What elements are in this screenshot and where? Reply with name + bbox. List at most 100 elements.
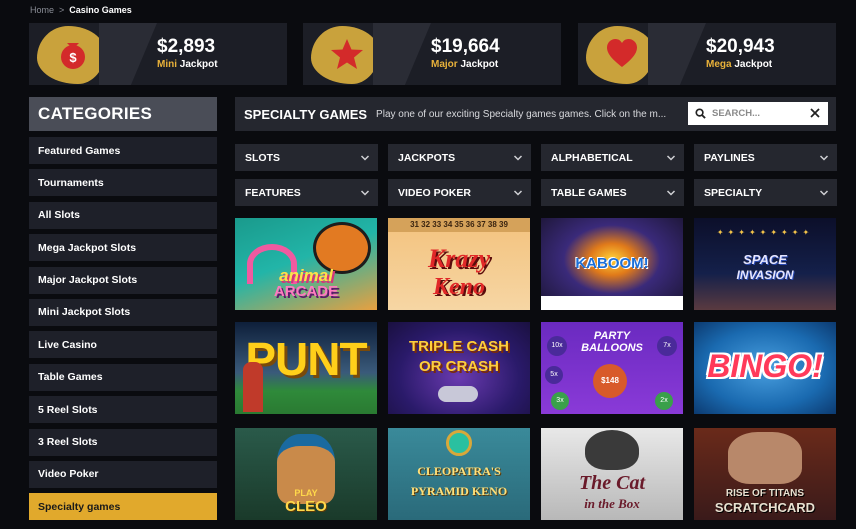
prize-balloon: $148 bbox=[593, 364, 627, 398]
svg-text:$: $ bbox=[69, 50, 77, 65]
filter-table-games[interactable]: TABLE GAMES bbox=[541, 179, 684, 206]
filter-specialty[interactable]: SPECIALTY bbox=[694, 179, 837, 206]
multiplier-badge: 7x bbox=[657, 336, 677, 356]
casino-page: Home > Casino Games $ $2,893 Mini Jackpo… bbox=[0, 0, 856, 529]
filter-label: JACKPOTS bbox=[398, 151, 456, 164]
filter-label: SPECIALTY bbox=[704, 186, 763, 199]
chevron-down-icon bbox=[513, 190, 523, 196]
game-tile-cleopatras-pyramid-keno[interactable]: CLEOPATRA'S PYRAMID KENO bbox=[388, 428, 530, 520]
game-tile-space-invasion[interactable]: ✦✦✦✦✦✦✦✦✦ SPACE INVASION bbox=[694, 218, 836, 310]
game-tile-rise-of-titans-scratchcard[interactable]: RISE OF TITANS SCRATCHCARD bbox=[694, 428, 836, 520]
game-tile-punt[interactable]: PUNT bbox=[235, 322, 377, 414]
game-tile-triple-cash-or-crash[interactable]: TRIPLE CASH OR CRASH bbox=[388, 322, 530, 414]
money-bag-icon: $ bbox=[55, 36, 91, 72]
multiplier-badge: 2x bbox=[655, 392, 673, 410]
section-description: Play one of our exciting Specialty games… bbox=[376, 108, 667, 120]
jackpot-label: Mini Jackpot bbox=[157, 59, 218, 70]
game-title: CLEOPATRA'S bbox=[417, 464, 501, 478]
filter-label: PAYLINES bbox=[704, 151, 755, 164]
game-title: BINGO! bbox=[707, 348, 823, 384]
game-title: RISE OF TITANS bbox=[725, 488, 805, 499]
white-footer-bar bbox=[541, 296, 683, 310]
game-subtitle: OR CRASH bbox=[418, 358, 499, 375]
breadcrumb-current: Casino Games bbox=[69, 5, 132, 15]
game-tile-party-balloons[interactable]: PARTY BALLOONS 10x 7x 5x $148 3x 2x bbox=[541, 322, 683, 414]
jackpot-amount: $2,893 bbox=[157, 36, 216, 57]
chevron-down-icon bbox=[360, 190, 370, 196]
filter-features[interactable]: FEATURES bbox=[235, 179, 378, 206]
category-major-jackpot-slots[interactable]: Major Jackpot Slots bbox=[29, 266, 217, 294]
breadcrumb-separator: > bbox=[59, 5, 65, 15]
search-input[interactable] bbox=[712, 108, 802, 119]
chevron-down-icon bbox=[819, 190, 829, 196]
jackpot-suffix: Jackpot bbox=[179, 59, 218, 70]
filter-label: ALPHABETICAL bbox=[551, 151, 633, 164]
category-featured-games[interactable]: Featured Games bbox=[29, 137, 217, 164]
chevron-down-icon bbox=[666, 155, 676, 161]
category-specialty-games[interactable]: Specialty games bbox=[29, 493, 217, 521]
mini-jackpot-card[interactable]: $ $2,893 Mini Jackpot bbox=[29, 23, 287, 85]
filter-label: FEATURES bbox=[245, 186, 301, 199]
game-title: The Cat bbox=[578, 472, 646, 494]
multiplier-badge: 5x bbox=[545, 366, 563, 384]
game-subtitle: PYRAMID KENO bbox=[410, 484, 508, 498]
jackpot-wedge bbox=[648, 23, 706, 85]
filter-slots[interactable]: SLOTS bbox=[235, 144, 378, 171]
category-mini-jackpot-slots[interactable]: Mini Jackpot Slots bbox=[29, 298, 217, 326]
game-subtitle: in the Box bbox=[584, 496, 640, 511]
major-jackpot-card[interactable]: $19,664 Major Jackpot bbox=[303, 23, 561, 85]
filter-label: VIDEO POKER bbox=[398, 186, 471, 199]
category-tournaments[interactable]: Tournaments bbox=[29, 169, 217, 197]
game-tile-bingo[interactable]: BINGO! bbox=[694, 322, 836, 414]
jackpot-label: Major Jackpot bbox=[431, 59, 498, 70]
specialty-games-header: SPECIALTY GAMES Play one of our exciting… bbox=[235, 97, 836, 131]
breadcrumb: Home > Casino Games bbox=[30, 5, 132, 15]
game-title: TRIPLE CASH bbox=[408, 338, 509, 355]
category-5-reel-slots[interactable]: 5 Reel Slots bbox=[29, 396, 217, 424]
titan-figure bbox=[728, 432, 802, 484]
breadcrumb-home-link[interactable]: Home bbox=[30, 5, 54, 15]
game-tile-play-cleo[interactable]: PLAY CLEO bbox=[235, 428, 377, 520]
game-title: SPACE bbox=[743, 252, 787, 267]
filter-alphabetical[interactable]: ALPHABETICAL bbox=[541, 144, 684, 171]
game-tile-krazy-keno[interactable]: 31 32 33 34 35 36 37 38 39 Krazy Keno bbox=[388, 218, 530, 310]
game-tile-animal-arcade[interactable]: animal ARCADE bbox=[235, 218, 377, 310]
game-subtitle: CLEO bbox=[285, 498, 327, 515]
category-3-reel-slots[interactable]: 3 Reel Slots bbox=[29, 428, 217, 456]
multiplier-badge: 3x bbox=[551, 392, 569, 410]
multiplier-badge: 10x bbox=[547, 336, 567, 356]
jackpot-amount: $19,664 bbox=[431, 36, 500, 57]
game-subtitle: SCRATCHCARD bbox=[714, 500, 816, 515]
category-table-games[interactable]: Table Games bbox=[29, 363, 217, 391]
filter-label: SLOTS bbox=[245, 151, 281, 164]
player-figure bbox=[243, 362, 263, 412]
category-live-casino[interactable]: Live Casino bbox=[29, 331, 217, 359]
filter-label: TABLE GAMES bbox=[551, 186, 627, 199]
jackpot-tier: Mini bbox=[157, 59, 177, 70]
category-all-slots[interactable]: All Slots bbox=[29, 201, 217, 229]
close-icon[interactable] bbox=[808, 106, 822, 120]
category-video-poker[interactable]: Video Poker bbox=[29, 460, 217, 488]
jackpot-suffix: Jackpot bbox=[734, 59, 773, 70]
rocket-image bbox=[438, 386, 478, 402]
jackpot-amount: $20,943 bbox=[706, 36, 775, 57]
jackpot-wedge bbox=[99, 23, 157, 85]
chevron-down-icon bbox=[666, 190, 676, 196]
chevron-down-icon bbox=[819, 155, 829, 161]
filter-jackpots[interactable]: JACKPOTS bbox=[388, 144, 531, 171]
categories-title: CATEGORIES bbox=[29, 97, 217, 131]
filter-video-poker[interactable]: VIDEO POKER bbox=[388, 179, 531, 206]
filter-paylines[interactable]: PAYLINES bbox=[694, 144, 837, 171]
game-tile-the-cat-in-the-box[interactable]: The Cat in the Box bbox=[541, 428, 683, 520]
jackpot-tier: Major bbox=[431, 59, 458, 70]
search-box bbox=[688, 102, 828, 125]
game-title: KABOOM! bbox=[575, 255, 649, 272]
category-mega-jackpot-slots[interactable]: Mega Jackpot Slots bbox=[29, 234, 217, 262]
mega-jackpot-card[interactable]: $20,943 Mega Jackpot bbox=[578, 23, 836, 85]
star-icon bbox=[329, 36, 365, 72]
game-tile-kaboom[interactable]: KABOOM! bbox=[541, 218, 683, 310]
jackpot-suffix: Jackpot bbox=[460, 59, 499, 70]
game-subtitle: Keno bbox=[432, 274, 485, 300]
chevron-down-icon bbox=[513, 155, 523, 161]
search-icon bbox=[695, 108, 706, 119]
